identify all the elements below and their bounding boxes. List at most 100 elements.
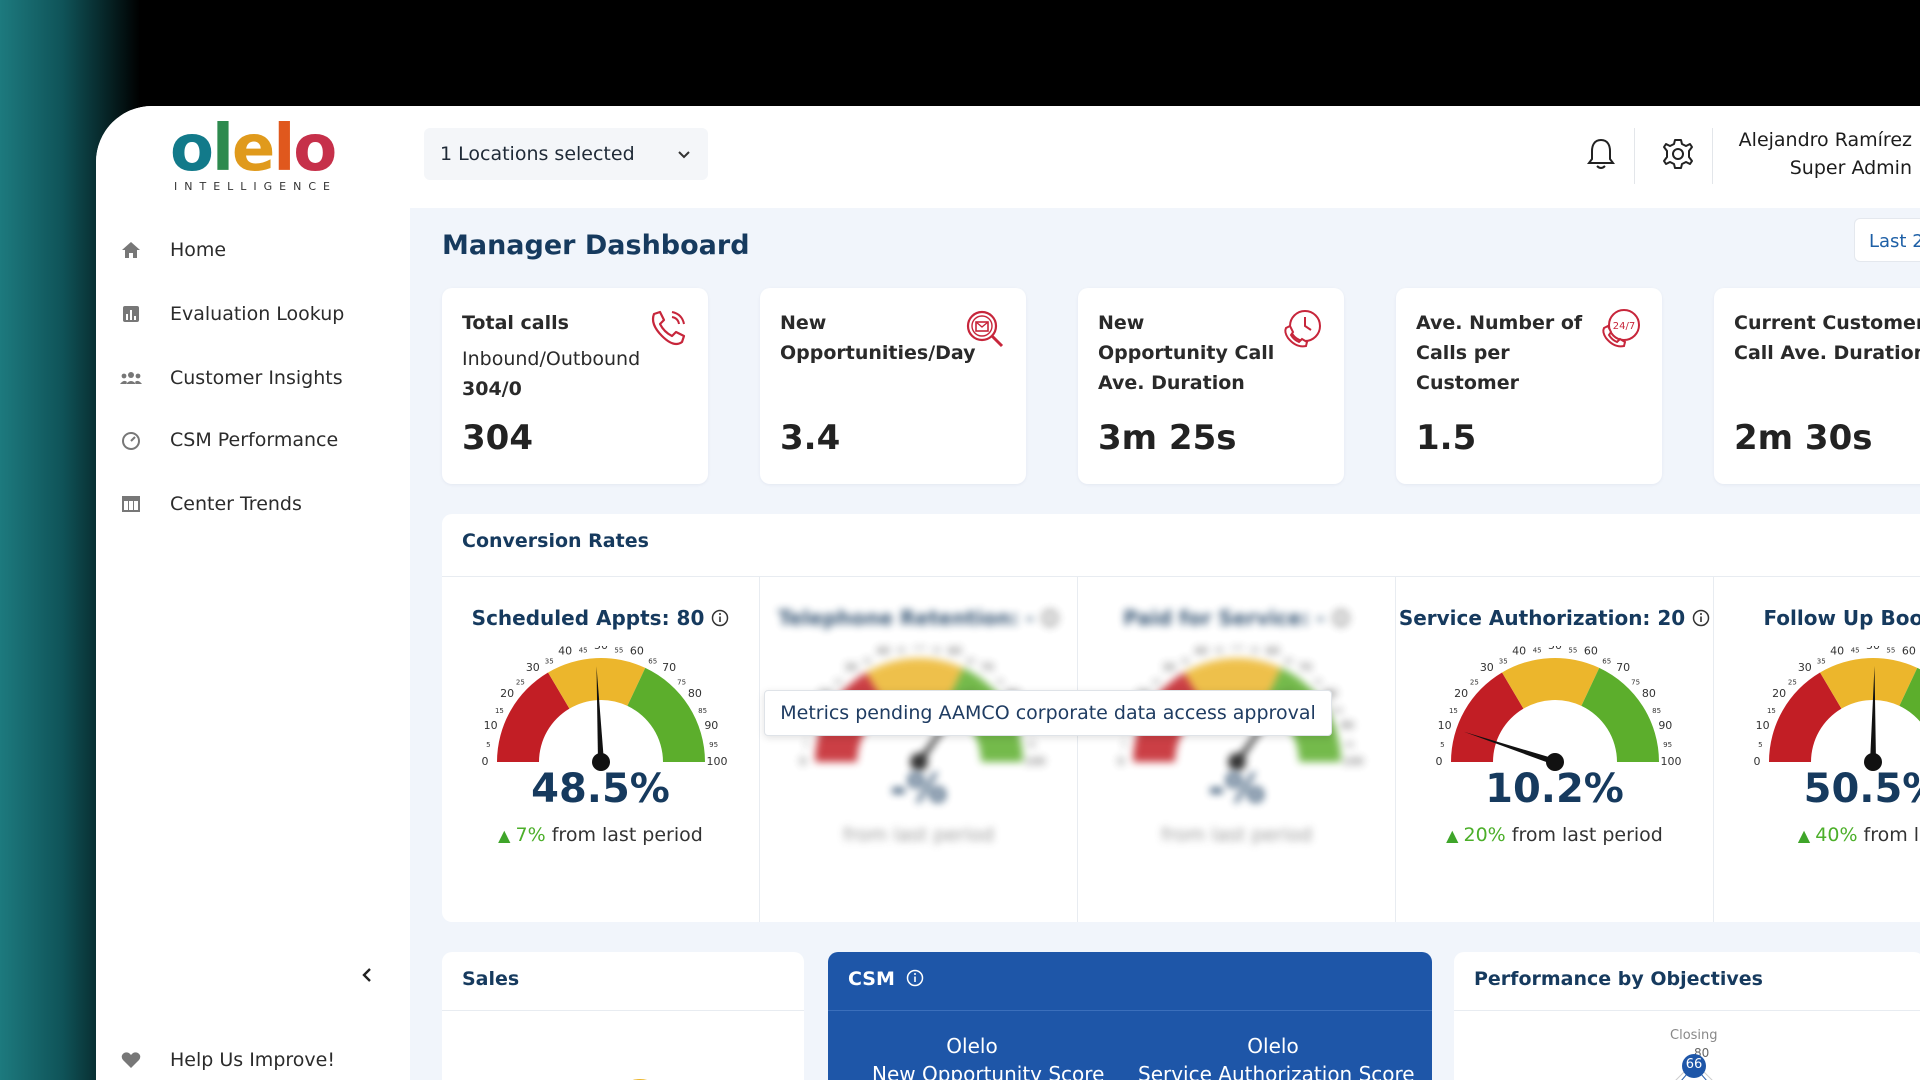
csm-card: CSM Olelo New Opportunity Score Olelo Se… — [828, 952, 1432, 1080]
divider — [1454, 1010, 1920, 1011]
gauge-tick-label: 35 — [1817, 657, 1826, 665]
sidebar-item-label: Center Trends — [170, 493, 302, 515]
gauge-tick-label: 5 — [1440, 741, 1444, 749]
gauge-tick-label: 85 — [698, 707, 707, 715]
gauge-title-text: Telephone Retention: - — [778, 606, 1041, 630]
kpi-sub: Inbound/Outbound 304/0 — [462, 344, 662, 404]
search-mail-icon — [966, 310, 1004, 348]
gauge-tick-label: 5 — [804, 741, 808, 749]
info-icon[interactable] — [711, 609, 729, 627]
gauge-title-text: Service Authorization: 20 — [1398, 606, 1693, 630]
sidebar-item-csm-performance[interactable]: CSM Performance — [118, 420, 338, 460]
location-select[interactable]: 1 Locations selected — [424, 128, 708, 180]
date-range-select[interactable]: Last 2 Months — [1854, 218, 1920, 262]
gauge-tick-label: 50 — [912, 646, 926, 652]
csm-score-brand: Olelo — [946, 1034, 998, 1058]
kpi-sub-value: 304/0 — [462, 378, 522, 400]
collapse-sidebar-button[interactable] — [352, 960, 382, 990]
trend-up-icon: ▲ — [1797, 826, 1816, 845]
gauge-tick-label: 55 — [614, 646, 623, 654]
gauge-tick-label: 45 — [1533, 646, 1542, 654]
kpi-card-new-opportunity-duration: New Opportunity Call Ave. Duration 3m 25… — [1078, 288, 1344, 484]
gauge-tick-label: 85 — [1652, 707, 1661, 715]
gauge-value: -% — [1208, 766, 1265, 812]
trend-up-icon: ▲ — [498, 826, 516, 845]
sidebar: Home Evaluation Lookup Customer Insights… — [96, 208, 410, 1080]
kpi-card-total-calls: Total calls Inbound/Outbound 304/0 304 — [442, 288, 708, 484]
delta-text: from last period — [842, 824, 995, 846]
gauge-panel: Follow Up Bookin 05101520253035404550556… — [1714, 576, 1920, 922]
page-title: Manager Dashboard — [442, 230, 750, 261]
header-divider — [1634, 128, 1635, 184]
phone-clock-icon — [1284, 310, 1321, 348]
kpi-value: 3m 25s — [1098, 418, 1237, 458]
speedometer-icon — [122, 432, 140, 450]
gauge-tick-label: 15 — [495, 707, 504, 715]
gauge-delta: ▲ 7% from last period — [442, 824, 759, 846]
gauge-value: -% — [890, 766, 947, 812]
home-icon — [122, 242, 140, 258]
info-icon[interactable] — [906, 969, 924, 987]
gauge-tick-label: 40 — [558, 646, 572, 658]
user-menu[interactable]: Alejandro Ramírez Super Admin — [1680, 126, 1920, 182]
gauge-tick-label: 35 — [863, 657, 872, 665]
csm-score-label: New Opportunity Score — [872, 1062, 1105, 1080]
delta-text: from last — [1863, 824, 1920, 846]
gauge-tick-label: 25 — [1470, 678, 1479, 686]
delta-percent: 7% — [515, 824, 546, 846]
info-icon[interactable] — [1041, 609, 1059, 627]
gauge-tick-label: 40 — [876, 646, 890, 658]
section-title: Performance by Objectives — [1474, 968, 1763, 990]
gauge-tick-label: 50 — [1230, 646, 1244, 652]
gauge-panel: Telephone Retention: - 05101520253035404… — [760, 576, 1078, 922]
gauge-tick-label: 25 — [516, 678, 525, 686]
kpi-title: New Opportunity Call Ave. Duration — [1098, 312, 1275, 394]
csm-score-column: Olelo New Opportunity Score — [872, 1032, 1105, 1080]
pending-approval-banner: Metrics pending AAMCO corporate data acc… — [764, 690, 1332, 736]
info-icon[interactable] — [1692, 609, 1710, 627]
gauge-tick-label: 70 — [980, 661, 994, 674]
kpi-title: Current Customer Call Ave. Duration — [1734, 312, 1920, 364]
gauge-tick-label: 70 — [1298, 661, 1312, 674]
gauge-tick-label: 60 — [1902, 646, 1916, 658]
gauge-value: 48.5% — [531, 766, 670, 812]
section-title: Conversion Rates — [462, 530, 649, 552]
delta-text: from last period — [1160, 824, 1313, 846]
gauge-tick-label: 75 — [1313, 678, 1322, 686]
radar-point-value: 66 — [1685, 1057, 1703, 1072]
location-select-value: 1 Locations selected — [440, 143, 635, 165]
gauge-tick-label: 90 — [1658, 719, 1672, 732]
gauge-tick-label: 30 — [1480, 661, 1494, 674]
gauge-tick-label: 5 — [486, 741, 490, 749]
sidebar-item-center-trends[interactable]: Center Trends — [118, 484, 302, 524]
gauge-tick-label: 75 — [995, 678, 1004, 686]
info-icon[interactable] — [1332, 609, 1350, 627]
gauge-tick-label: 70 — [1616, 661, 1630, 674]
table-icon — [122, 496, 140, 512]
gauge-tick-label: 55 — [1886, 646, 1895, 654]
gauge-tick-label: 95 — [1663, 741, 1672, 749]
bell-icon[interactable] — [1584, 136, 1618, 172]
sidebar-item-customer-insights[interactable]: Customer Insights — [118, 358, 343, 398]
gauge-tick-label: 45 — [897, 646, 906, 654]
gauge-panel: Paid for Service: - 05101520253035404550… — [1078, 576, 1396, 922]
gauge-tick-label: 40 — [1830, 646, 1844, 658]
gauge-tick-label: 45 — [1215, 646, 1224, 654]
sidebar-item-home[interactable]: Home — [118, 230, 226, 270]
logo-letter: l — [273, 112, 295, 186]
csm-score-brand: Olelo — [1247, 1034, 1299, 1058]
gauge-tick-label: 60 — [948, 646, 962, 658]
csm-title: CSM — [848, 968, 895, 990]
chevron-left-icon — [362, 968, 371, 982]
gauge-tick-label: 50 — [594, 646, 608, 652]
logo-letter: e — [231, 112, 275, 186]
top-header: olelo INTELLIGENCE 1 Locations selected … — [96, 106, 1920, 208]
sidebar-item-help-us-improve[interactable]: Help Us Improve! — [118, 1040, 335, 1080]
gauge-tick-label: 65 — [1284, 657, 1293, 665]
gauge-tick-label: 30 — [526, 661, 540, 674]
sidebar-item-evaluation-lookup[interactable]: Evaluation Lookup — [118, 294, 344, 334]
trend-up-icon: ▲ — [1446, 826, 1464, 845]
olelo-logo[interactable]: olelo INTELLIGENCE — [170, 112, 340, 202]
gauge-tick-label: 10 — [1438, 719, 1452, 732]
gauge-tick-label: 20 — [1454, 687, 1468, 700]
